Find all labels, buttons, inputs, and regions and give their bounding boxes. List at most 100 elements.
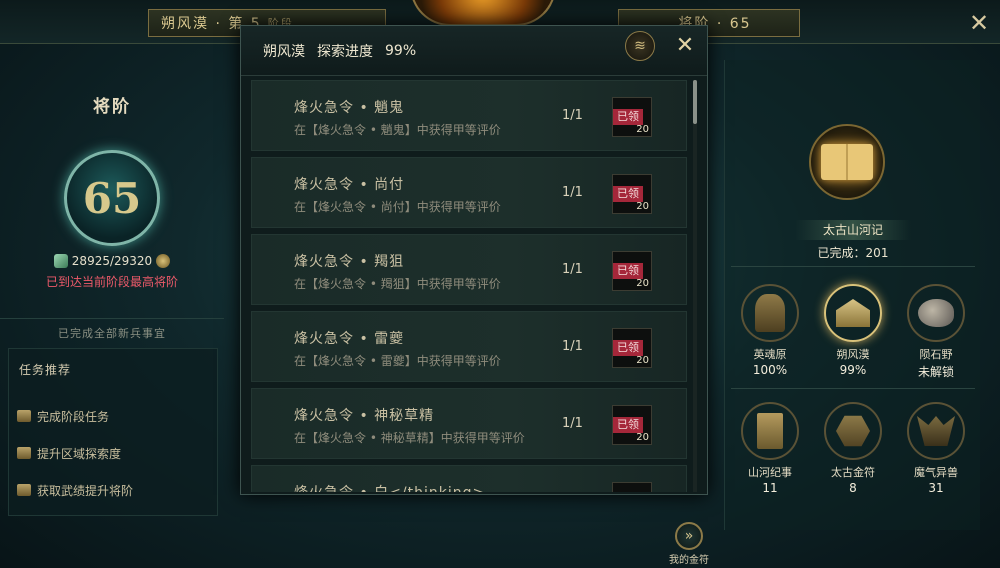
collection-name: 太古金符 [831,466,875,479]
task-item-stage[interactable]: 完成阶段任务 [17,405,213,427]
task-item-explore[interactable]: 提升区域探索度 [17,442,213,464]
progress-value: 99% [385,42,417,59]
divider [731,266,975,267]
row-title: 烽火急令 • 白</thinking> [294,482,485,492]
codex-panel: 太古山河记 已完成：201 英魂原 100% 朔风漠 99% 陨石野 未解锁 山… [724,60,980,530]
jade-icon [53,254,68,268]
exp-text: 28925/29320 [71,254,153,268]
codex-completed-value: 201 [865,246,889,260]
region-value: 99% [839,363,867,377]
row-progress: 1/1 [562,108,583,123]
list-item: 烽火急令 • 白</thinking> [251,465,687,492]
exploration-dialog: 朔风漠 探索进度 99% ≋ ✕ 烽火急令 • 魈鬼 在【烽火急令 • 魈鬼】中… [240,25,708,495]
reward-count: 20 [636,278,649,289]
region-value: 未解锁 [917,365,954,379]
task-item-label: 完成阶段任务 [37,409,110,424]
reward-slot[interactable]: 已领 20 [612,328,652,368]
main-close-button[interactable]: ✕ [964,8,994,38]
my-talisman-button[interactable]: » 我的金符 [664,522,714,568]
codex-book-badge[interactable] [809,124,885,200]
reward-slot[interactable] [612,482,652,492]
rank-panel: 将阶 65 28925/29320 已到达当前阶段最高将阶 已完成全部新兵事宜 … [0,60,232,568]
reward-count: 20 [636,201,649,212]
list-scrollbar[interactable] [693,80,697,492]
list-item: 烽火急令 • 尚付 在【烽火急令 • 尚付】中获得甲等评价 1/1 已领 20 [251,157,687,228]
codex-name: 太古山河记 [795,220,911,240]
demon-beast-icon [917,416,955,446]
region-name: 陨石野 [919,348,953,361]
region-name: 朔风漠 [836,348,870,361]
scroll-book-icon [757,413,783,449]
region-yinghunyuan[interactable]: 英魂原 100% [731,284,809,377]
reward-count: 20 [636,355,649,366]
task-item-merit[interactable]: 获取武绩提升将阶 [17,479,213,501]
exp-row: 28925/29320 [0,254,224,268]
reward-count: 20 [636,124,649,135]
collection-moqi[interactable]: 魔气异兽 31 [897,402,975,495]
collection-disc [824,402,882,460]
talisman-icon [836,415,870,447]
rank-orb: 65 [64,150,160,246]
scroll-icon [17,410,31,422]
task-item-label: 获取武绩提升将阶 [37,483,134,498]
row-progress: 1/1 [562,185,583,200]
collection-disc [907,402,965,460]
list-item: 烽火急令 • 神秘草精 在【烽火急令 • 神秘草精】中获得甲等评价 1/1 已领… [251,388,687,459]
task-header: 任务推荐 [19,363,72,377]
list-item: 烽火急令 • 魈鬼 在【烽火急令 • 魈鬼】中获得甲等评价 1/1 已领 20 [251,80,687,151]
row-desc: 在【烽火急令 • 羯狙】中获得甲等评价 [294,277,501,291]
max-rank-notice: 已到达当前阶段最高将阶 [45,275,178,289]
region-name: 英魂原 [753,348,787,361]
dialog-close-button[interactable]: ✕ [671,32,699,60]
warrior-statue-icon [755,294,785,332]
my-talisman-label: 我的金符 [669,555,709,566]
progress-label: 探索进度 [317,43,373,60]
region-yunshiye[interactable]: 陨石野 未解锁 [897,284,975,380]
row-progress: 1/1 [562,262,583,277]
region-disc [824,284,882,342]
scroll-icon [17,447,31,459]
list-item: 烽火急令 • 羯狙 在【烽火急令 • 羯狙】中获得甲等评价 1/1 已领 20 [251,234,687,305]
collection-disc [741,402,799,460]
collection-jinfu[interactable]: 太古金符 8 [814,402,892,495]
rank-value: 65 [82,173,142,223]
row-title: 烽火急令 • 尚付 [294,177,405,193]
region-value: 100% [752,363,788,377]
claimed-badge: 已领 [613,263,643,279]
collection-value: 11 [762,481,778,495]
wave-icon: ≋ [634,38,646,54]
double-chevron-icon: » [675,522,703,550]
claimed-badge: 已领 [613,417,643,433]
row-desc: 在【烽火急令 • 雷夔】中获得甲等评价 [294,354,501,368]
claimed-badge: 已领 [613,186,643,202]
rank-title: 将阶 [93,97,131,117]
codex-completed-label: 已完成： [817,246,866,260]
collection-shanhe[interactable]: 山河纪事 11 [731,402,809,495]
region-shuofengmo[interactable]: 朔风漠 99% [814,284,892,377]
completed-text: 已完成全部新兵事宜 [0,318,224,341]
reward-slot[interactable]: 已领 20 [612,174,652,214]
coin-icon [156,254,171,268]
task-list[interactable]: 烽火急令 • 魈鬼 在【烽火急令 • 魈鬼】中获得甲等评价 1/1 已领 20 … [251,80,697,492]
collection-name: 魔气异兽 [914,466,958,479]
collection-value: 8 [849,481,857,495]
region-disc [907,284,965,342]
reward-count: 20 [636,432,649,443]
claimed-badge: 已领 [613,109,643,125]
meteor-rock-icon [918,299,954,327]
row-title: 烽火急令 • 羯狙 [294,254,405,270]
task-item-label: 提升区域探索度 [37,446,122,461]
scrollbar-thumb[interactable] [693,80,697,124]
book-icon [821,144,873,180]
effect-toggle-button[interactable]: ≋ [625,31,655,61]
row-progress: 1/1 [562,339,583,354]
row-desc: 在【烽火急令 • 神秘草精】中获得甲等评价 [294,431,525,445]
reward-slot[interactable]: 已领 20 [612,97,652,137]
row-desc: 在【烽火急令 • 魈鬼】中获得甲等评价 [294,123,501,137]
row-title: 烽火急令 • 神秘草精 [294,408,435,424]
reward-slot[interactable]: 已领 20 [612,251,652,291]
scroll-icon [17,484,31,496]
reward-slot[interactable]: 已领 20 [612,405,652,445]
row-progress: 1/1 [562,416,583,431]
task-recommend-box: 任务推荐 完成阶段任务 提升区域探索度 获取武绩提升将阶 [8,348,218,516]
